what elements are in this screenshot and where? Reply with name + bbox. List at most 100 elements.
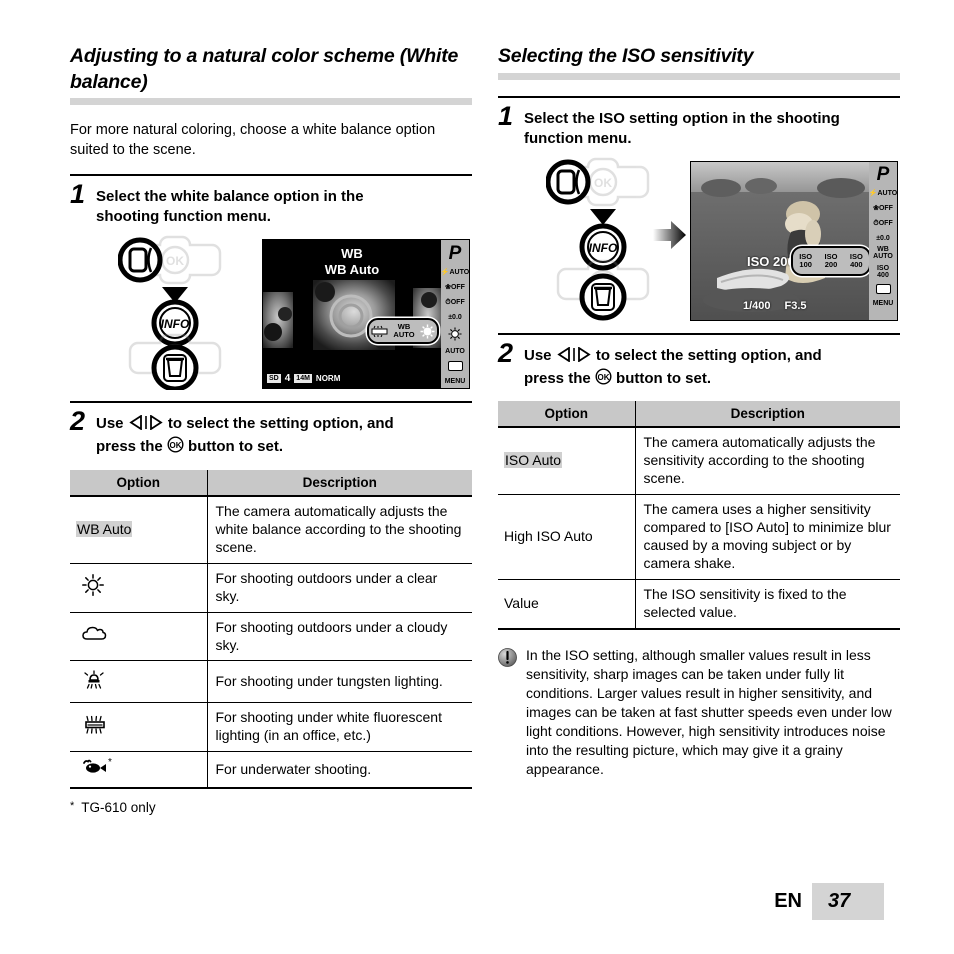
- heading-underline-bar: [498, 72, 900, 80]
- page-number: 37: [812, 883, 884, 920]
- lcd-macro-setting: ❀ OFF: [873, 205, 893, 213]
- wb-row-description: For shooting outdoors under a cloudy sky…: [207, 612, 472, 662]
- lcd-image-quality: NORM: [315, 374, 341, 384]
- right-step2-use: Use: [524, 346, 552, 364]
- lcd-exposure-comp: ±0.0: [448, 313, 462, 321]
- iso-auto-label: ISO Auto: [504, 452, 563, 469]
- lcd-iso-setting: ISO 400: [876, 264, 890, 279]
- down-arrow-icon: [590, 208, 616, 225]
- lcd-mode-indicator: P: [448, 242, 462, 264]
- left-lcd-screen: WB WB Auto WB AUTO SD 4 14M NORM P ⚡ AUT…: [262, 239, 470, 390]
- left-step1-line1: Select the white balance option in the: [96, 188, 364, 206]
- svg-text:OK: OK: [169, 441, 181, 450]
- left-heading-text: Adjusting to a natural color scheme (Whi…: [70, 45, 459, 93]
- footnote-text: TG-610 only: [81, 800, 156, 816]
- lcd-wb-selection-box[interactable]: WB AUTO: [367, 318, 439, 345]
- right-section-heading: Selecting the ISO sensitivity: [498, 44, 900, 80]
- iso-col-option-header: Option: [498, 401, 636, 429]
- left-column: Adjusting to a natural color scheme (Whi…: [70, 44, 472, 815]
- lcd-iso-option-100[interactable]: ISO 100: [799, 252, 812, 269]
- lcd-side-panel: P ⚡ AUTO ❀ OFF ⏱ OFF ±0.0 WB AUTO ISO 400: [869, 161, 897, 320]
- svg-text:INFO: INFO: [161, 317, 190, 331]
- wb-row-description: For shooting outdoors under a clear sky.: [207, 563, 472, 613]
- left-step2-number: 2: [70, 406, 86, 437]
- wb-row-option: [70, 612, 208, 662]
- wb-row-option: [70, 660, 208, 704]
- ok-button-icon: OK: [595, 368, 616, 389]
- fluorescent-tube-icon: [371, 325, 388, 338]
- right-step2-number: 2: [498, 337, 514, 368]
- footnote-asterisk: *: [70, 800, 75, 813]
- table-header-row: Option Description: [498, 401, 900, 429]
- table-row: High ISO Auto The camera uses a higher s…: [498, 494, 900, 580]
- left-step1-line2: shooting function menu.: [96, 208, 271, 226]
- fluorescent-tube-icon: [85, 715, 105, 734]
- table-header-row: Option Description: [70, 470, 472, 498]
- lcd-aperture: F3.5: [784, 299, 807, 312]
- left-step2-divider: [70, 401, 472, 404]
- right-step2-tail2: button to set.: [616, 369, 712, 387]
- table-row: * For underwater shooting.: [70, 751, 472, 790]
- table-row: WB Auto The camera automatically adjusts…: [70, 496, 472, 564]
- lcd-drive-mode-icon: [441, 359, 469, 373]
- iso-note-text: In the ISO setting, although smaller val…: [526, 646, 892, 777]
- lcd-iso-selection-box[interactable]: ISO 100 ISO 200 ISO 400: [791, 245, 871, 276]
- left-step1-text: Select the white balance option in the s…: [96, 185, 364, 227]
- left-step1-number: 1: [70, 179, 86, 210]
- table-row: Value The ISO sensitivity is fixed to th…: [498, 579, 900, 630]
- lcd-macro-setting: ❀ OFF: [445, 283, 465, 291]
- lcd-exposure-comp: ±0.0: [876, 235, 890, 243]
- wb-row-option: [70, 702, 208, 753]
- right-step1-line2: function menu.: [524, 129, 632, 147]
- lcd-iso-option-400[interactable]: ISO 400: [850, 252, 863, 269]
- left-step2-tail1: to select the setting option, and: [167, 415, 394, 433]
- left-camera-diagram: OK INFO WB WB Auto WB AUTO SD 4 14M NORM…: [70, 233, 472, 393]
- delete-button: [151, 344, 199, 391]
- sun-icon: [82, 574, 104, 597]
- lcd-side-panel: P ⚡ AUTO ❀ OFF ⏱ OFF ±0.0 AUTO MENU: [441, 240, 469, 389]
- lcd-image-size: 14M: [294, 374, 312, 384]
- cloud-icon: [82, 626, 107, 640]
- left-right-arrow-keys-icon: [129, 414, 163, 436]
- page-footer: EN 37: [774, 883, 884, 920]
- lcd-selftimer-setting: ⏱ OFF: [445, 298, 465, 306]
- wb-col-option-header: Option: [70, 470, 208, 498]
- right-step1-line1: Select the ISO setting option in the sho…: [524, 109, 840, 127]
- table-row: For shooting outdoors under a cloudy sky…: [70, 612, 472, 662]
- heading-underline-bar: [70, 98, 472, 106]
- left-arrow-button-highlight: [118, 237, 163, 283]
- lcd-iso-option-200[interactable]: ISO 200: [825, 252, 838, 269]
- left-intro-text: For more natural coloring, choose a whit…: [70, 122, 436, 158]
- right-step1-number: 1: [498, 100, 514, 131]
- right-step-2: 2 Use to select the setting option, and …: [498, 337, 900, 391]
- wb-row-description: For shooting under white fluorescent lig…: [207, 702, 472, 753]
- right-heading-text: Selecting the ISO sensitivity: [498, 45, 754, 67]
- table-row: For shooting under white fluorescent lig…: [70, 702, 472, 753]
- delete-button: [579, 273, 627, 321]
- lcd-iso-setting: AUTO: [445, 347, 465, 355]
- wb-col-description-header: Description: [207, 470, 472, 498]
- tungsten-lamp-icon: [84, 670, 104, 690]
- right-column: Selecting the ISO sensitivity 1 Select t…: [498, 44, 900, 779]
- lcd-shot-count: 4: [284, 373, 291, 385]
- wb-row-description: For underwater shooting.: [207, 751, 472, 790]
- lcd-iso-readout: ISO 200: [747, 253, 795, 269]
- language-label: EN: [774, 890, 802, 912]
- footnote-marker: *: [108, 757, 112, 769]
- lcd-menu-label: MENU: [872, 300, 894, 308]
- iso-note: In the ISO setting, although smaller val…: [498, 646, 900, 779]
- svg-text:OK: OK: [166, 254, 184, 268]
- left-step2-use: Use: [96, 415, 124, 433]
- wb-row-option: [70, 563, 208, 613]
- iso-col-description-header: Description: [635, 401, 900, 429]
- wb-row-description: For shooting under tungsten lighting.: [207, 660, 472, 704]
- lcd-title: WB WB Auto: [263, 246, 441, 279]
- right-step-1: 1 Select the ISO setting option in the s…: [498, 100, 900, 149]
- left-step-1: 1 Select the white balance option in the…: [70, 179, 472, 227]
- right-step1-text: Select the ISO setting option in the sho…: [524, 107, 840, 149]
- table-row: For shooting outdoors under a clear sky.: [70, 563, 472, 613]
- wb-row-option: *: [70, 751, 208, 790]
- left-button-sequence-illustration: OK INFO: [118, 235, 222, 391]
- sun-icon: [420, 324, 434, 339]
- wb-row-description: The camera automatically adjusts the whi…: [207, 496, 472, 564]
